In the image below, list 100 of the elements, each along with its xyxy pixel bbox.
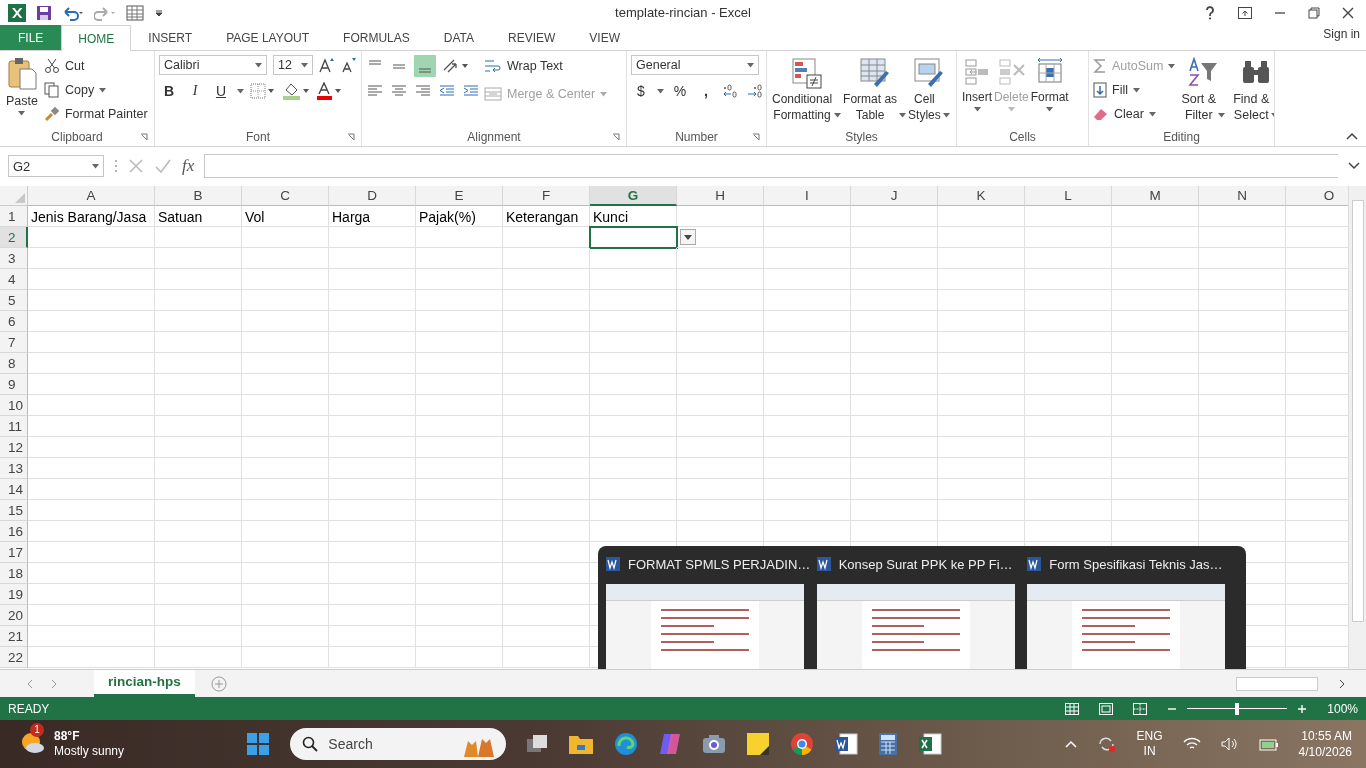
table-cell[interactable] <box>416 437 503 458</box>
table-cell[interactable] <box>1025 479 1112 500</box>
table-cell[interactable] <box>1112 248 1199 269</box>
table-cell[interactable] <box>677 374 764 395</box>
align-bottom-icon[interactable] <box>414 55 436 77</box>
table-cell[interactable] <box>1199 437 1286 458</box>
table-cell[interactable] <box>503 437 590 458</box>
table-icon[interactable] <box>126 4 144 21</box>
row-header[interactable]: 18 <box>0 563 28 584</box>
table-cell[interactable] <box>503 605 590 626</box>
document-thumbnail[interactable] <box>816 584 1015 669</box>
table-cell[interactable] <box>1025 290 1112 311</box>
table-cell[interactable] <box>416 479 503 500</box>
table-cell[interactable] <box>1112 437 1199 458</box>
dialog-launcher-icon[interactable] <box>140 133 148 141</box>
ribbon-tab[interactable]: REVIEW <box>491 25 573 50</box>
column-header[interactable]: J <box>851 186 938 206</box>
table-cell[interactable] <box>677 479 764 500</box>
column-header[interactable]: G <box>590 186 677 206</box>
ribbon-tab[interactable]: FORMULAS <box>326 25 427 50</box>
table-cell[interactable] <box>1199 395 1286 416</box>
table-cell[interactable] <box>938 311 1025 332</box>
table-cell[interactable] <box>28 227 155 248</box>
table-cell[interactable] <box>1199 206 1286 227</box>
table-cell[interactable] <box>677 458 764 479</box>
active-cell[interactable] <box>590 227 677 248</box>
table-cell[interactable] <box>938 458 1025 479</box>
table-cell[interactable] <box>1025 521 1112 542</box>
table-cell[interactable] <box>677 290 764 311</box>
table-cell[interactable] <box>764 500 851 521</box>
table-cell[interactable] <box>242 542 329 563</box>
row-header[interactable]: 14 <box>0 479 28 500</box>
drag-handle-icon[interactable] <box>114 159 118 173</box>
table-cell[interactable] <box>1112 290 1199 311</box>
table-cell[interactable] <box>764 332 851 353</box>
column-header[interactable]: I <box>764 186 851 206</box>
table-cell[interactable] <box>503 290 590 311</box>
table-cell[interactable] <box>1025 458 1112 479</box>
table-cell[interactable] <box>1199 311 1286 332</box>
table-cell[interactable] <box>242 416 329 437</box>
table-cell[interactable]: Keterangan <box>503 206 590 227</box>
table-cell[interactable] <box>590 395 677 416</box>
table-cell[interactable] <box>329 227 416 248</box>
table-cell[interactable] <box>764 395 851 416</box>
table-cell[interactable] <box>329 416 416 437</box>
row-header[interactable]: 10 <box>0 395 28 416</box>
row-header[interactable]: 3 <box>0 248 28 269</box>
table-cell[interactable] <box>1199 227 1286 248</box>
battery-charging-icon[interactable] <box>1258 737 1279 751</box>
table-cell[interactable] <box>416 458 503 479</box>
table-cell[interactable] <box>677 500 764 521</box>
close-icon[interactable] <box>1342 6 1354 19</box>
table-cell[interactable] <box>503 353 590 374</box>
start-icon[interactable] <box>246 732 271 756</box>
caret-icon[interactable] <box>1132 87 1140 93</box>
zoom-slider-thumb[interactable] <box>1235 702 1240 715</box>
table-cell[interactable] <box>416 626 503 647</box>
table-cell[interactable] <box>155 458 242 479</box>
row-header[interactable]: 9 <box>0 374 28 395</box>
table-cell[interactable] <box>851 227 938 248</box>
table-cell[interactable] <box>851 395 938 416</box>
sign-in-link[interactable]: Sign in <box>1317 26 1366 49</box>
table-cell[interactable] <box>28 311 155 332</box>
table-cell[interactable] <box>851 353 938 374</box>
table-cell[interactable] <box>329 626 416 647</box>
table-cell[interactable] <box>329 353 416 374</box>
table-cell[interactable] <box>155 311 242 332</box>
align-left-icon[interactable] <box>366 83 384 99</box>
decrease-decimal-icon[interactable] <box>746 83 764 99</box>
table-cell[interactable] <box>329 269 416 290</box>
table-cell[interactable] <box>155 563 242 584</box>
normal-view-icon[interactable] <box>1065 702 1080 715</box>
table-cell[interactable]: Vol <box>242 206 329 227</box>
vertical-scrollbar[interactable] <box>1348 186 1366 669</box>
table-cell[interactable] <box>851 458 938 479</box>
table-cell[interactable] <box>242 227 329 248</box>
row-header[interactable]: 8 <box>0 353 28 374</box>
table-cell[interactable] <box>1025 332 1112 353</box>
cut-button[interactable]: Cut <box>43 55 148 77</box>
sync-icon[interactable] <box>1096 735 1117 753</box>
caret-icon[interactable] <box>18 111 26 116</box>
table-cell[interactable] <box>764 311 851 332</box>
table-cell[interactable] <box>503 584 590 605</box>
table-cell[interactable] <box>590 479 677 500</box>
table-cell[interactable] <box>851 269 938 290</box>
undo-icon[interactable] <box>62 4 84 21</box>
table-cell[interactable] <box>851 374 938 395</box>
table-cell[interactable] <box>329 542 416 563</box>
table-cell[interactable] <box>1199 374 1286 395</box>
language-indicator[interactable]: ENG IN <box>1136 729 1163 759</box>
table-cell[interactable] <box>416 353 503 374</box>
table-cell[interactable] <box>1025 206 1112 227</box>
column-header[interactable]: H <box>677 186 764 206</box>
table-cell[interactable] <box>1112 374 1199 395</box>
table-cell[interactable] <box>503 500 590 521</box>
caret-icon[interactable] <box>973 107 981 112</box>
wrap-text-button[interactable]: Wrap Text <box>484 55 608 77</box>
copilot-icon[interactable] <box>658 732 683 756</box>
table-cell[interactable] <box>1025 227 1112 248</box>
table-cell[interactable] <box>677 248 764 269</box>
